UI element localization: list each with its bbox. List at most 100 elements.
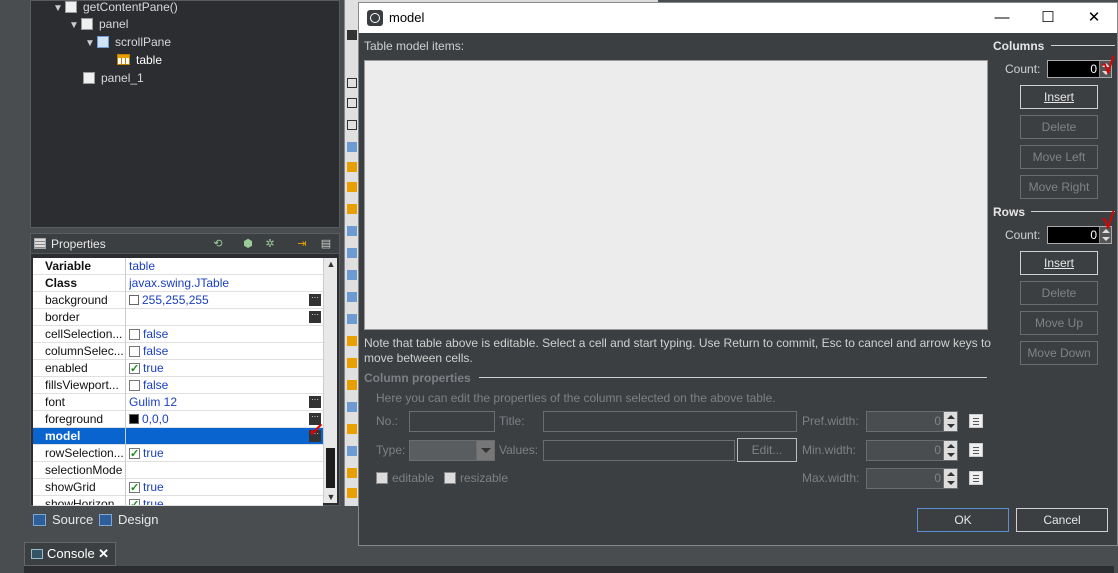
move-right-button[interactable]: Move Right	[1020, 175, 1098, 199]
column-no-field[interactable]	[409, 411, 495, 432]
tab-design[interactable]: Design	[96, 510, 158, 530]
property-row-model[interactable]: model ···	[33, 428, 323, 445]
resizable-checkbox[interactable]	[444, 472, 456, 484]
move-down-button[interactable]: Move Down	[1020, 341, 1098, 365]
property-value[interactable]	[129, 462, 323, 479]
spinner-arrows-icon[interactable]	[943, 441, 957, 460]
property-row-showhorizontal[interactable]: showHorizon... true	[33, 496, 323, 506]
property-row-class[interactable]: Class javax.swing.JTable	[33, 275, 323, 292]
column-title-field[interactable]	[543, 411, 797, 432]
property-row-background[interactable]: background 255,255,255 ···	[33, 292, 323, 309]
scroll-up-icon[interactable]: ▲	[324, 258, 338, 270]
palette-icon[interactable]	[347, 248, 357, 258]
property-value[interactable]: table	[129, 258, 323, 275]
edit-values-button[interactable]: Edit...	[737, 438, 797, 462]
property-row-rowselection[interactable]: rowSelection... true	[33, 445, 323, 462]
maximize-button[interactable]: ☐	[1025, 3, 1071, 33]
chevron-down-icon[interactable]	[476, 441, 494, 460]
property-row-showgrid[interactable]: showGrid true	[33, 479, 323, 496]
checkbox[interactable]	[129, 361, 140, 377]
property-value[interactable]: false	[129, 326, 323, 343]
minimize-button[interactable]: —	[979, 3, 1025, 33]
cancel-button[interactable]: Cancel	[1016, 508, 1108, 532]
show-events-icon[interactable]: ⟲	[211, 237, 225, 251]
property-value[interactable]: false	[129, 343, 323, 360]
column-values-field[interactable]	[543, 440, 735, 461]
palette-icon[interactable]	[347, 424, 357, 434]
palette-icon[interactable]	[347, 402, 357, 412]
property-row-enabled[interactable]: enabled true	[33, 360, 323, 377]
checkbox[interactable]	[129, 346, 140, 357]
palette-icon[interactable]	[347, 120, 357, 130]
ellipsis-button[interactable]: ···	[309, 311, 321, 323]
tab-console[interactable]: Console ✕	[24, 542, 116, 566]
property-row-fillsviewport[interactable]: fillsViewport... false	[33, 377, 323, 394]
copy-width-icon[interactable]	[969, 443, 983, 457]
checkbox[interactable]	[129, 497, 140, 505]
property-value[interactable]: true	[129, 496, 323, 505]
palette-icon[interactable]	[347, 226, 357, 236]
spinner-arrows-icon[interactable]	[943, 412, 957, 431]
palette-icon[interactable]	[347, 314, 357, 324]
palette-icon[interactable]	[347, 78, 357, 88]
ellipsis-button[interactable]: ···	[309, 396, 321, 408]
property-value[interactable]: javax.swing.JTable	[129, 275, 323, 292]
palette-icon[interactable]	[347, 358, 357, 368]
tree-item-scrollpane[interactable]: ▼ scrollPane	[85, 33, 171, 51]
rows-insert-button[interactable]: Insert	[1020, 251, 1098, 275]
palette-icon[interactable]	[347, 380, 357, 390]
property-value[interactable]: true	[129, 445, 323, 462]
ok-button[interactable]: OK	[917, 508, 1009, 532]
pref-width-spinner[interactable]: 0	[866, 411, 958, 432]
palette-icon[interactable]	[347, 162, 357, 172]
move-left-button[interactable]: Move Left	[1020, 145, 1098, 169]
default-value-icon[interactable]: ▤	[319, 237, 333, 251]
property-row-border[interactable]: border ···	[33, 309, 323, 326]
property-value[interactable]: false	[129, 377, 323, 394]
scrollbar-thumb[interactable]	[326, 448, 335, 488]
column-type-combo[interactable]	[409, 440, 495, 461]
palette-icon[interactable]	[347, 488, 357, 498]
property-value[interactable]: 0,0,0	[129, 411, 323, 428]
tab-source[interactable]: Source	[30, 510, 93, 530]
property-row-variable[interactable]: Variable table	[33, 258, 323, 275]
columns-delete-button[interactable]: Delete	[1020, 115, 1098, 139]
palette-icon[interactable]	[347, 142, 357, 152]
tree-item-table[interactable]: table	[117, 51, 162, 69]
property-value[interactable]: true	[129, 360, 323, 377]
palette-icon[interactable]	[347, 30, 357, 40]
properties-scrollbar[interactable]: ▲ ▼	[323, 258, 337, 503]
tree-item-panel[interactable]: ▼ panel	[69, 15, 128, 33]
scroll-down-icon[interactable]: ▼	[324, 491, 338, 503]
close-icon[interactable]: ✕	[98, 543, 109, 565]
table-model-grid[interactable]	[364, 60, 988, 330]
move-up-button[interactable]: Move Up	[1020, 311, 1098, 335]
palette-icon[interactable]	[347, 182, 357, 192]
palette-icon[interactable]	[347, 98, 357, 108]
chevron-down-icon[interactable]: ▼	[85, 35, 97, 53]
checkbox[interactable]	[129, 380, 140, 391]
ellipsis-button[interactable]: ···	[309, 294, 321, 306]
convert-local-icon[interactable]: ⇥	[295, 237, 309, 251]
property-row-foreground[interactable]: foreground 0,0,0 ···	[33, 411, 323, 428]
checkbox[interactable]	[129, 446, 140, 462]
palette-icon[interactable]	[347, 270, 357, 280]
palette-icon[interactable]	[347, 336, 357, 346]
close-button[interactable]: ✕	[1071, 3, 1117, 33]
columns-insert-button[interactable]: Insert	[1020, 85, 1098, 109]
tree-item-getcontentpane[interactable]: ▼ getContentPane()	[53, 0, 178, 16]
copy-width-icon[interactable]	[969, 414, 983, 428]
editable-checkbox[interactable]	[376, 472, 388, 484]
property-value[interactable]: true	[129, 479, 323, 496]
property-row-font[interactable]: font Gulim 12 ···	[33, 394, 323, 411]
property-row-selectionmode[interactable]: selectionMode	[33, 462, 323, 479]
property-row-columnselection[interactable]: columnSelec... false	[33, 343, 323, 360]
chevron-down-icon[interactable]: ▼	[69, 17, 81, 35]
show-advanced-icon[interactable]: ✲	[263, 237, 277, 251]
property-value[interactable]: Gulim 12	[129, 394, 323, 411]
palette-icon[interactable]	[347, 292, 357, 302]
max-width-spinner[interactable]: 0	[866, 468, 958, 489]
property-value[interactable]	[129, 428, 323, 445]
property-value[interactable]: 255,255,255	[129, 292, 323, 309]
palette-icon[interactable]	[347, 446, 357, 456]
